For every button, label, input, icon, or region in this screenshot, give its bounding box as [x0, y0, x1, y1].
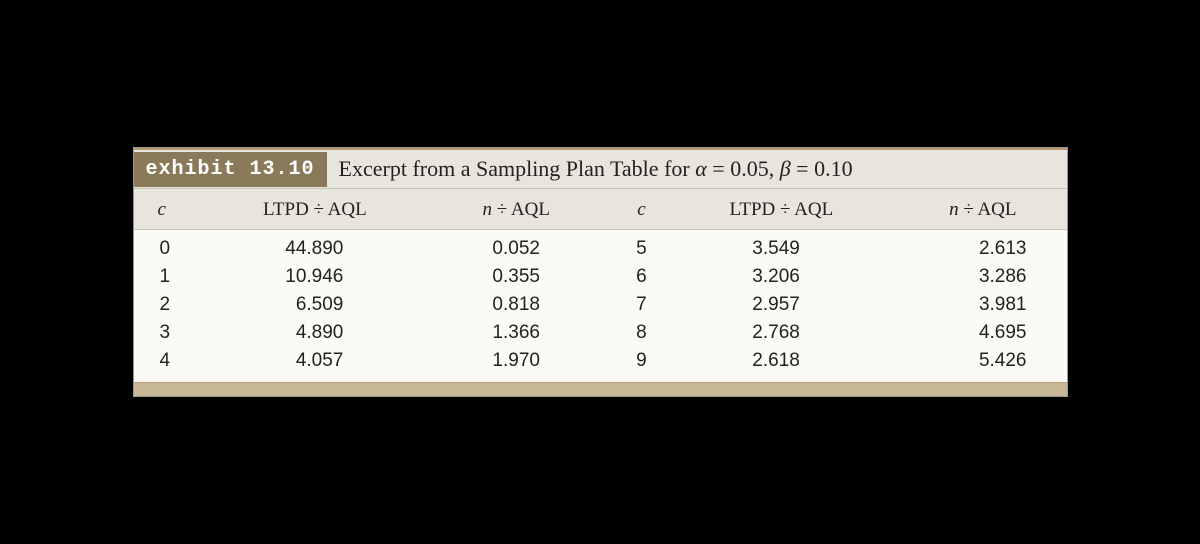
- alpha-value: = 0.05,: [707, 156, 780, 181]
- table-body: 0 44.890 0.052 5 3.549 2.613 1 10.946 0.…: [134, 230, 1067, 383]
- table-row: 4 4.057 1.970 9 2.618 5.426: [134, 347, 1067, 382]
- beta-symbol: β: [780, 156, 791, 181]
- title-prefix: Excerpt from a Sampling Plan Table for: [339, 156, 696, 181]
- exhibit-table-container: exhibit 13.10 Excerpt from a Sampling Pl…: [133, 147, 1068, 397]
- bottom-accent-bar: [134, 382, 1067, 396]
- header-ltpd-right: LTPD ÷ AQL: [683, 189, 880, 230]
- beta-value: = 0.10: [791, 156, 853, 181]
- exhibit-badge: exhibit 13.10: [134, 152, 327, 187]
- table-row: 1 10.946 0.355 6 3.206 3.286: [134, 263, 1067, 291]
- exhibit-title: Excerpt from a Sampling Plan Table for α…: [327, 150, 865, 188]
- table-row: 2 6.509 0.818 7 2.957 3.981: [134, 291, 1067, 319]
- header-ltpd-left: LTPD ÷ AQL: [216, 189, 413, 230]
- table-row: 3 4.890 1.366 8 2.768 4.695: [134, 319, 1067, 347]
- title-bar: exhibit 13.10 Excerpt from a Sampling Pl…: [134, 148, 1067, 189]
- alpha-symbol: α: [695, 156, 707, 181]
- table-header-row: c LTPD ÷ AQL n ÷ AQL c LTPD ÷ AQL n ÷ AQ…: [134, 189, 1067, 230]
- header-naql-left: n ÷ AQL: [413, 189, 600, 230]
- header-c-left: c: [134, 189, 217, 230]
- table-row: 0 44.890 0.052 5 3.549 2.613: [134, 230, 1067, 264]
- sampling-plan-table: c LTPD ÷ AQL n ÷ AQL c LTPD ÷ AQL n ÷ AQ…: [134, 189, 1067, 382]
- header-naql-right: n ÷ AQL: [880, 189, 1067, 230]
- header-c-right: c: [600, 189, 683, 230]
